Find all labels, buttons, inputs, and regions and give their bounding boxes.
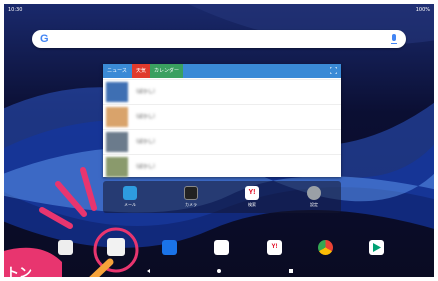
home-screen: 10:30 100% G ニュース 天気 カレンダー （ぼかし） （ぼかし） （… [0, 0, 438, 281]
tap-annotation [0, 167, 139, 281]
callout-text: トン [6, 265, 33, 280]
